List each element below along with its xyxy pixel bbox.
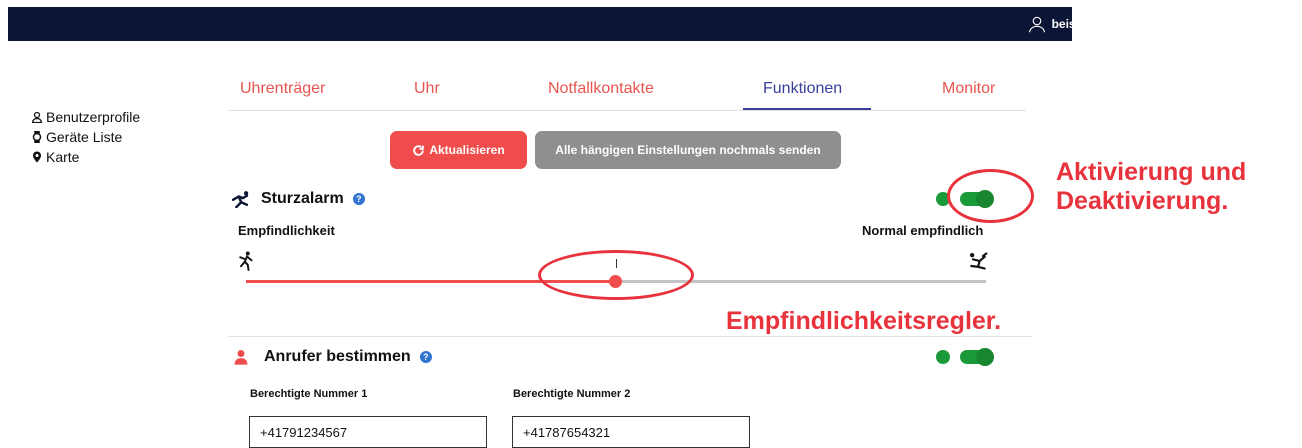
toggle-highlight-ellipse <box>947 169 1034 223</box>
help-icon[interactable]: ? <box>352 193 365 205</box>
number2-label: Berechtigte Nummer 2 <box>513 388 631 400</box>
sensitivity-label: Empfindlichkeit <box>238 223 335 238</box>
sidebar-item-geraete-liste[interactable]: Geräte Liste <box>31 128 140 146</box>
refresh-icon <box>412 144 425 157</box>
caller-header: Anrufer bestimmen ? <box>234 348 432 366</box>
user-icon <box>31 111 43 123</box>
user-menu[interactable]: beispiel@caretaker.net <box>1028 7 1182 41</box>
caller-title: Anrufer bestimmen <box>264 348 411 365</box>
refresh-label: Aktualisieren <box>429 143 505 157</box>
walking-person-icon <box>238 251 256 271</box>
fall-alarm-title: Sturzalarm <box>261 190 344 207</box>
number1-label: Berechtigte Nummer 1 <box>250 388 368 400</box>
tab-funktionen[interactable]: Funktionen <box>763 80 842 98</box>
tab-uhrentraeger[interactable]: Uhrenträger <box>240 80 325 98</box>
resend-settings-button[interactable]: Alle hängigen Einstellungen nochmals sen… <box>535 131 841 169</box>
fall-alarm-header: Sturzalarm ? <box>232 190 365 208</box>
sidebar-item-benutzerprofile[interactable]: Benutzerprofile <box>31 108 140 126</box>
tab-bar: Uhrenträger Uhr Notfallkontakte Funktion… <box>228 68 1026 111</box>
sidebar-item-label: Geräte Liste <box>46 129 123 145</box>
sidebar-item-label: Benutzerprofile <box>46 109 141 125</box>
help-icon[interactable]: ? <box>419 351 432 363</box>
person-icon <box>234 349 248 365</box>
watch-icon <box>31 131 43 143</box>
annotation-toggle-line2: Deaktivierung. <box>1056 187 1229 215</box>
tab-uhr[interactable]: Uhr <box>414 80 440 98</box>
user-icon <box>1028 15 1046 33</box>
map-pin-icon <box>31 151 43 163</box>
active-tab-indicator <box>743 108 871 110</box>
resend-label: Alle hängigen Einstellungen nochmals sen… <box>555 143 821 157</box>
caller-toggle[interactable] <box>960 348 994 366</box>
number2-input[interactable] <box>512 416 750 448</box>
status-dot <box>936 350 950 364</box>
user-email: beispiel@caretaker.net <box>1051 17 1182 31</box>
sensitivity-value: Normal empfindlich <box>862 223 984 238</box>
fallen-person-icon <box>968 251 988 271</box>
falling-person-icon <box>232 190 252 208</box>
tab-notfallkontakte[interactable]: Notfallkontakte <box>548 80 654 98</box>
sidebar-item-label: Karte <box>46 149 80 165</box>
refresh-button[interactable]: Aktualisieren <box>390 131 527 169</box>
annotation-toggle-line1: Aktivierung und <box>1056 158 1247 186</box>
sidebar-item-karte[interactable]: Karte <box>31 148 140 166</box>
tab-monitor[interactable]: Monitor <box>942 80 995 98</box>
sidebar: Benutzerprofile Geräte Liste Karte <box>31 108 140 168</box>
number1-input[interactable] <box>249 416 487 448</box>
section-divider <box>228 336 1032 337</box>
slider-highlight-ellipse <box>538 250 694 300</box>
annotation-slider: Empfindlichkeitsregler. <box>726 307 1002 335</box>
top-bar <box>8 7 1072 41</box>
